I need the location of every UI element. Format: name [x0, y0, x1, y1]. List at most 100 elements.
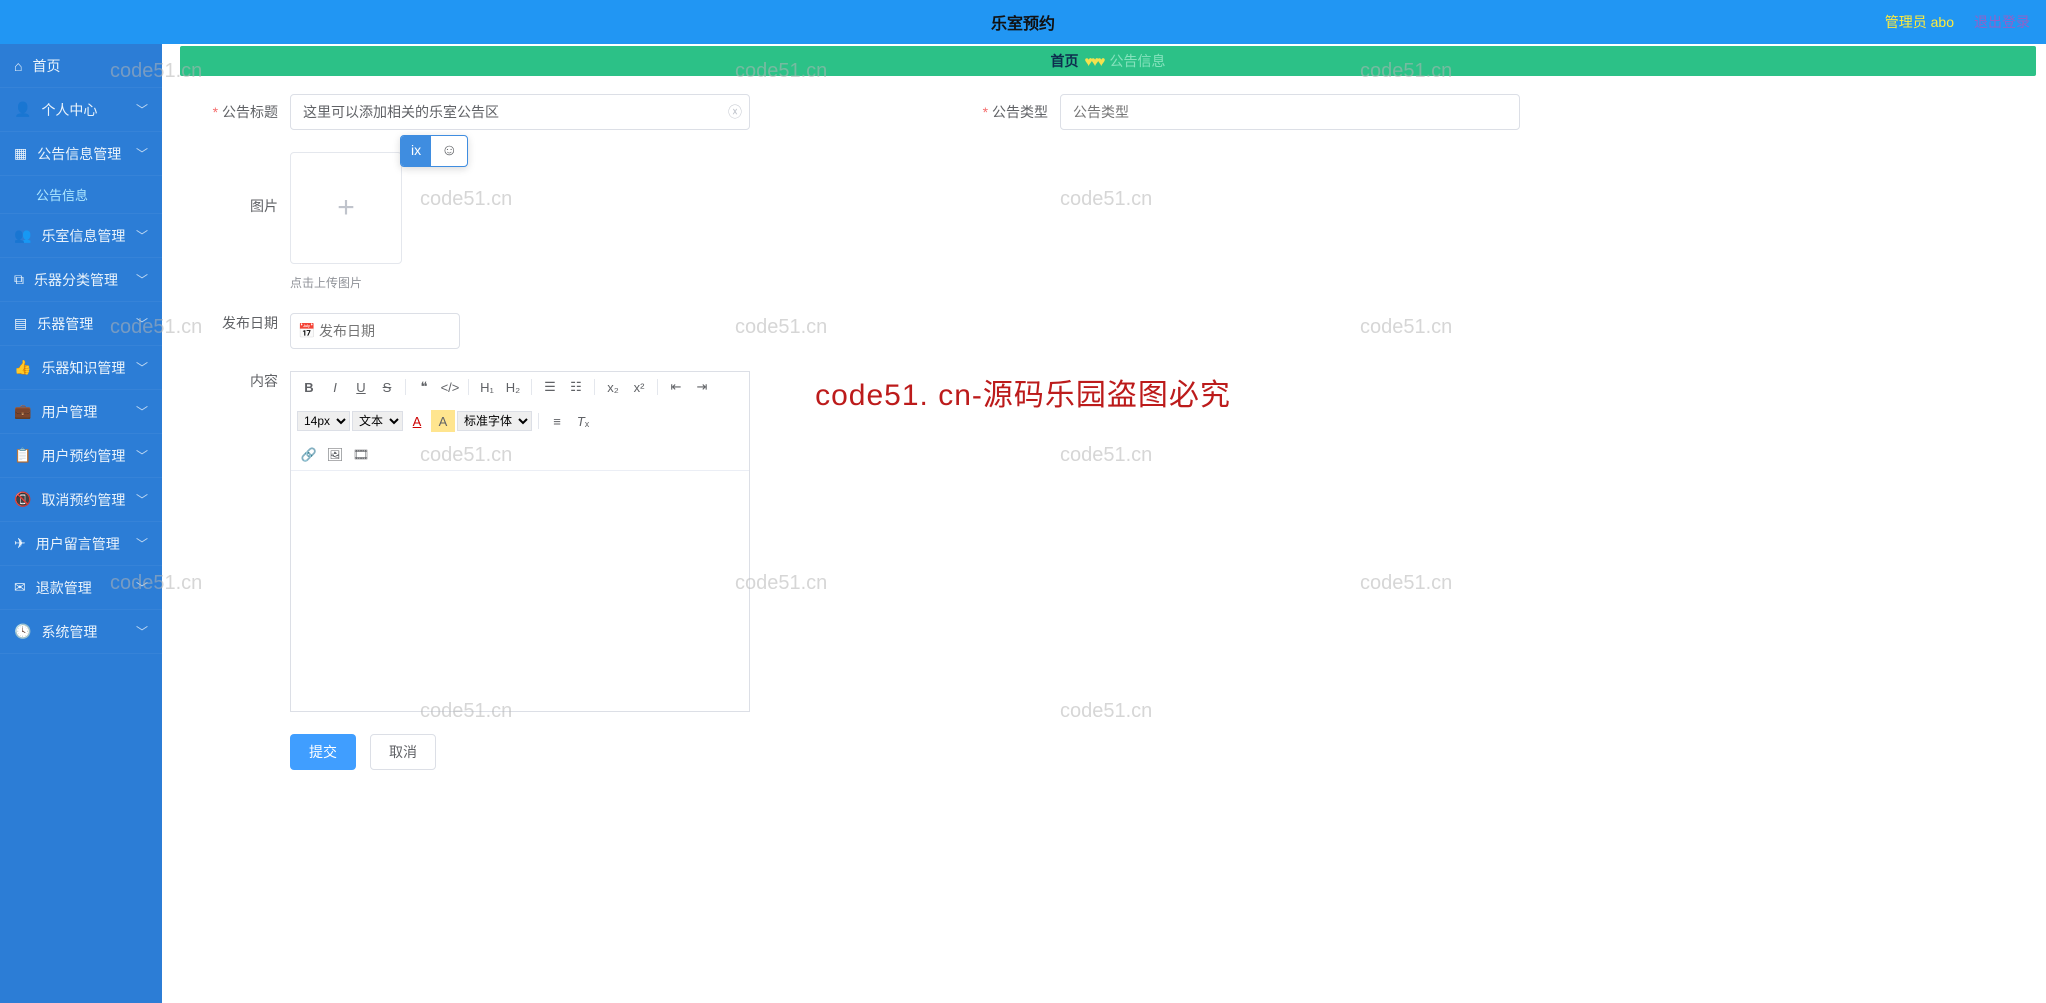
clear-format-icon[interactable]: Tₓ [571, 410, 595, 432]
image-icon[interactable]: 🖼 [323, 444, 347, 466]
sidebar-item-profile[interactable]: 👤个人中心﹀ [0, 88, 162, 132]
chevron-down-icon: ﹀ [136, 491, 148, 508]
chevron-down-icon: ﹀ [136, 359, 148, 376]
cancel-button[interactable]: 取消 [370, 734, 436, 770]
sidebar-item-user-reserve[interactable]: 📋 用户预约管理 ﹀ [0, 434, 162, 478]
sidebar-item-cancel-reserve[interactable]: 📵取消预约管理﹀ [0, 478, 162, 522]
sidebar-item-user-manage[interactable]: 💼 用户管理 ﹀ [0, 390, 162, 434]
hearts-icon: ♥♥♥ [1085, 53, 1104, 69]
briefcase-icon: 💼 [14, 403, 31, 420]
sidebar-item-label: 乐器知识管理 [41, 358, 125, 378]
chevron-down-icon: ﹀ [136, 315, 148, 332]
bg-color-icon[interactable]: A [431, 410, 455, 432]
date-input[interactable] [290, 313, 460, 349]
clear-icon[interactable]: ⓧ [728, 102, 742, 122]
chevron-down-icon: ﹀ [136, 145, 148, 162]
image-label: 图片 [180, 152, 290, 216]
sidebar-item-label: 乐器管理 [37, 314, 93, 334]
sidebar-item-label: 退款管理 [36, 578, 92, 598]
envelope-icon: ✉ [14, 579, 26, 596]
sidebar-item-label: 乐室信息管理 [41, 226, 125, 246]
sidebar-item-label: 公告信息 [36, 185, 88, 204]
sidebar-item-label: 系统管理 [41, 622, 97, 642]
editor-toolbar: B I U S ❝ </> H₁ H₂ ☰ ☷ x₂ [291, 372, 749, 471]
content-label: 内容 [180, 371, 290, 391]
clipboard-icon: 📋 [14, 447, 31, 464]
link-icon[interactable]: 🔗 [297, 444, 321, 466]
ordered-list-icon[interactable]: ☰ [538, 376, 562, 398]
ime-text[interactable]: ix [401, 136, 431, 166]
title-label: 公告标题 [180, 102, 290, 122]
superscript-icon[interactable]: x² [627, 376, 651, 398]
bold-icon[interactable]: B [297, 376, 321, 398]
video-icon[interactable]: 🎞 [349, 444, 373, 466]
top-bar: 乐室预约 管理员 abo 退出登录 [0, 0, 2046, 44]
breadcrumb: 首页 ♥♥♥ 公告信息 [180, 46, 2036, 76]
sidebar-item-label: 用户留言管理 [36, 534, 120, 554]
thumb-icon: 👍 [14, 359, 31, 376]
chevron-down-icon: ﹀ [136, 403, 148, 420]
copy-icon: ⧉ [14, 271, 24, 288]
sidebar-item-label: 乐器分类管理 [34, 270, 118, 290]
list-icon: ▤ [14, 315, 27, 332]
quote-icon[interactable]: ❝ [412, 376, 436, 398]
clock-icon: 🕓 [14, 623, 31, 640]
top-user[interactable]: 管理员 abo [1885, 12, 1954, 32]
textstyle-select[interactable]: 文本 [352, 411, 403, 431]
sidebar-item-label: 用户预约管理 [41, 446, 125, 466]
sidebar-item-label: 个人中心 [41, 100, 97, 120]
sidebar-item-home[interactable]: ⌂ 首页 [0, 44, 162, 88]
users-icon: 👥 [14, 227, 31, 244]
sidebar-item-label: 取消预约管理 [41, 490, 125, 510]
italic-icon[interactable]: I [323, 376, 347, 398]
outdent-icon[interactable]: ⇤ [664, 376, 688, 398]
subscript-icon[interactable]: x₂ [601, 376, 625, 398]
chevron-down-icon: ﹀ [136, 447, 148, 464]
sidebar-item-label: 用户管理 [41, 402, 97, 422]
upload-box[interactable]: + [290, 152, 402, 264]
fontsize-select[interactable]: 14px [297, 411, 350, 431]
type-select[interactable] [1060, 94, 1520, 130]
sidebar-item-system[interactable]: 🕓 系统管理 ﹀ [0, 610, 162, 654]
unordered-list-icon[interactable]: ☷ [564, 376, 588, 398]
form: 公告标题 ⓧ 公告类型 图片 + 点击上传图片 [180, 94, 2046, 770]
plus-icon: + [337, 191, 355, 225]
home-icon: ⌂ [14, 58, 22, 74]
app-title: 乐室预约 [991, 10, 1055, 34]
submit-button[interactable]: 提交 [290, 734, 356, 770]
ime-popup: ix ☺ [400, 135, 468, 167]
chevron-down-icon: ﹀ [136, 623, 148, 640]
title-input[interactable] [290, 94, 750, 130]
strike-icon[interactable]: S [375, 376, 399, 398]
sidebar-item-user-message[interactable]: ✈用户留言管理﹀ [0, 522, 162, 566]
grid-icon: ▦ [14, 145, 27, 162]
sidebar-item-room[interactable]: 👥乐室信息管理﹀ [0, 214, 162, 258]
sidebar-item-announcement[interactable]: ▦公告信息管理﹀ [0, 132, 162, 176]
sidebar-item-knowledge[interactable]: 👍 乐器知识管理 ﹀ [0, 346, 162, 390]
font-color-icon[interactable]: A [405, 410, 429, 432]
sidebar-item-instrument-category[interactable]: ⧉乐器分类管理﹀ [0, 258, 162, 302]
date-label: 发布日期 [180, 313, 290, 333]
h1-icon[interactable]: H₁ [475, 376, 499, 398]
sidebar-item-refund[interactable]: ✉退款管理﹀ [0, 566, 162, 610]
breadcrumb-home[interactable]: 首页 [1051, 51, 1079, 71]
fontfamily-select[interactable]: 标准字体 [457, 411, 532, 431]
rich-editor: B I U S ❝ </> H₁ H₂ ☰ ☷ x₂ [290, 371, 750, 712]
align-select[interactable]: ≡ [545, 410, 569, 432]
h2-icon[interactable]: H₂ [501, 376, 525, 398]
main: 首页 ♥♥♥ 公告信息 公告标题 ⓧ 公告类型 图片 [162, 44, 2046, 1003]
editor-body[interactable] [291, 471, 749, 711]
indent-icon[interactable]: ⇥ [690, 376, 714, 398]
sidebar-sub-announcement-info[interactable]: 公告信息 [0, 176, 162, 214]
plane-icon: ✈ [14, 535, 26, 552]
code-icon[interactable]: </> [438, 376, 462, 398]
sidebar-item-label: 首页 [32, 56, 60, 76]
upload-tip: 点击上传图片 [290, 274, 402, 291]
type-label: 公告类型 [950, 102, 1060, 122]
exit-link[interactable]: 退出登录 [1974, 12, 2030, 32]
underline-icon[interactable]: U [349, 376, 373, 398]
emoji-icon[interactable]: ☺ [431, 136, 467, 166]
sidebar-item-instrument[interactable]: ▤ 乐器管理 ﹀ [0, 302, 162, 346]
breadcrumb-current: 公告信息 [1109, 51, 1165, 71]
user-icon: 👤 [14, 101, 31, 118]
